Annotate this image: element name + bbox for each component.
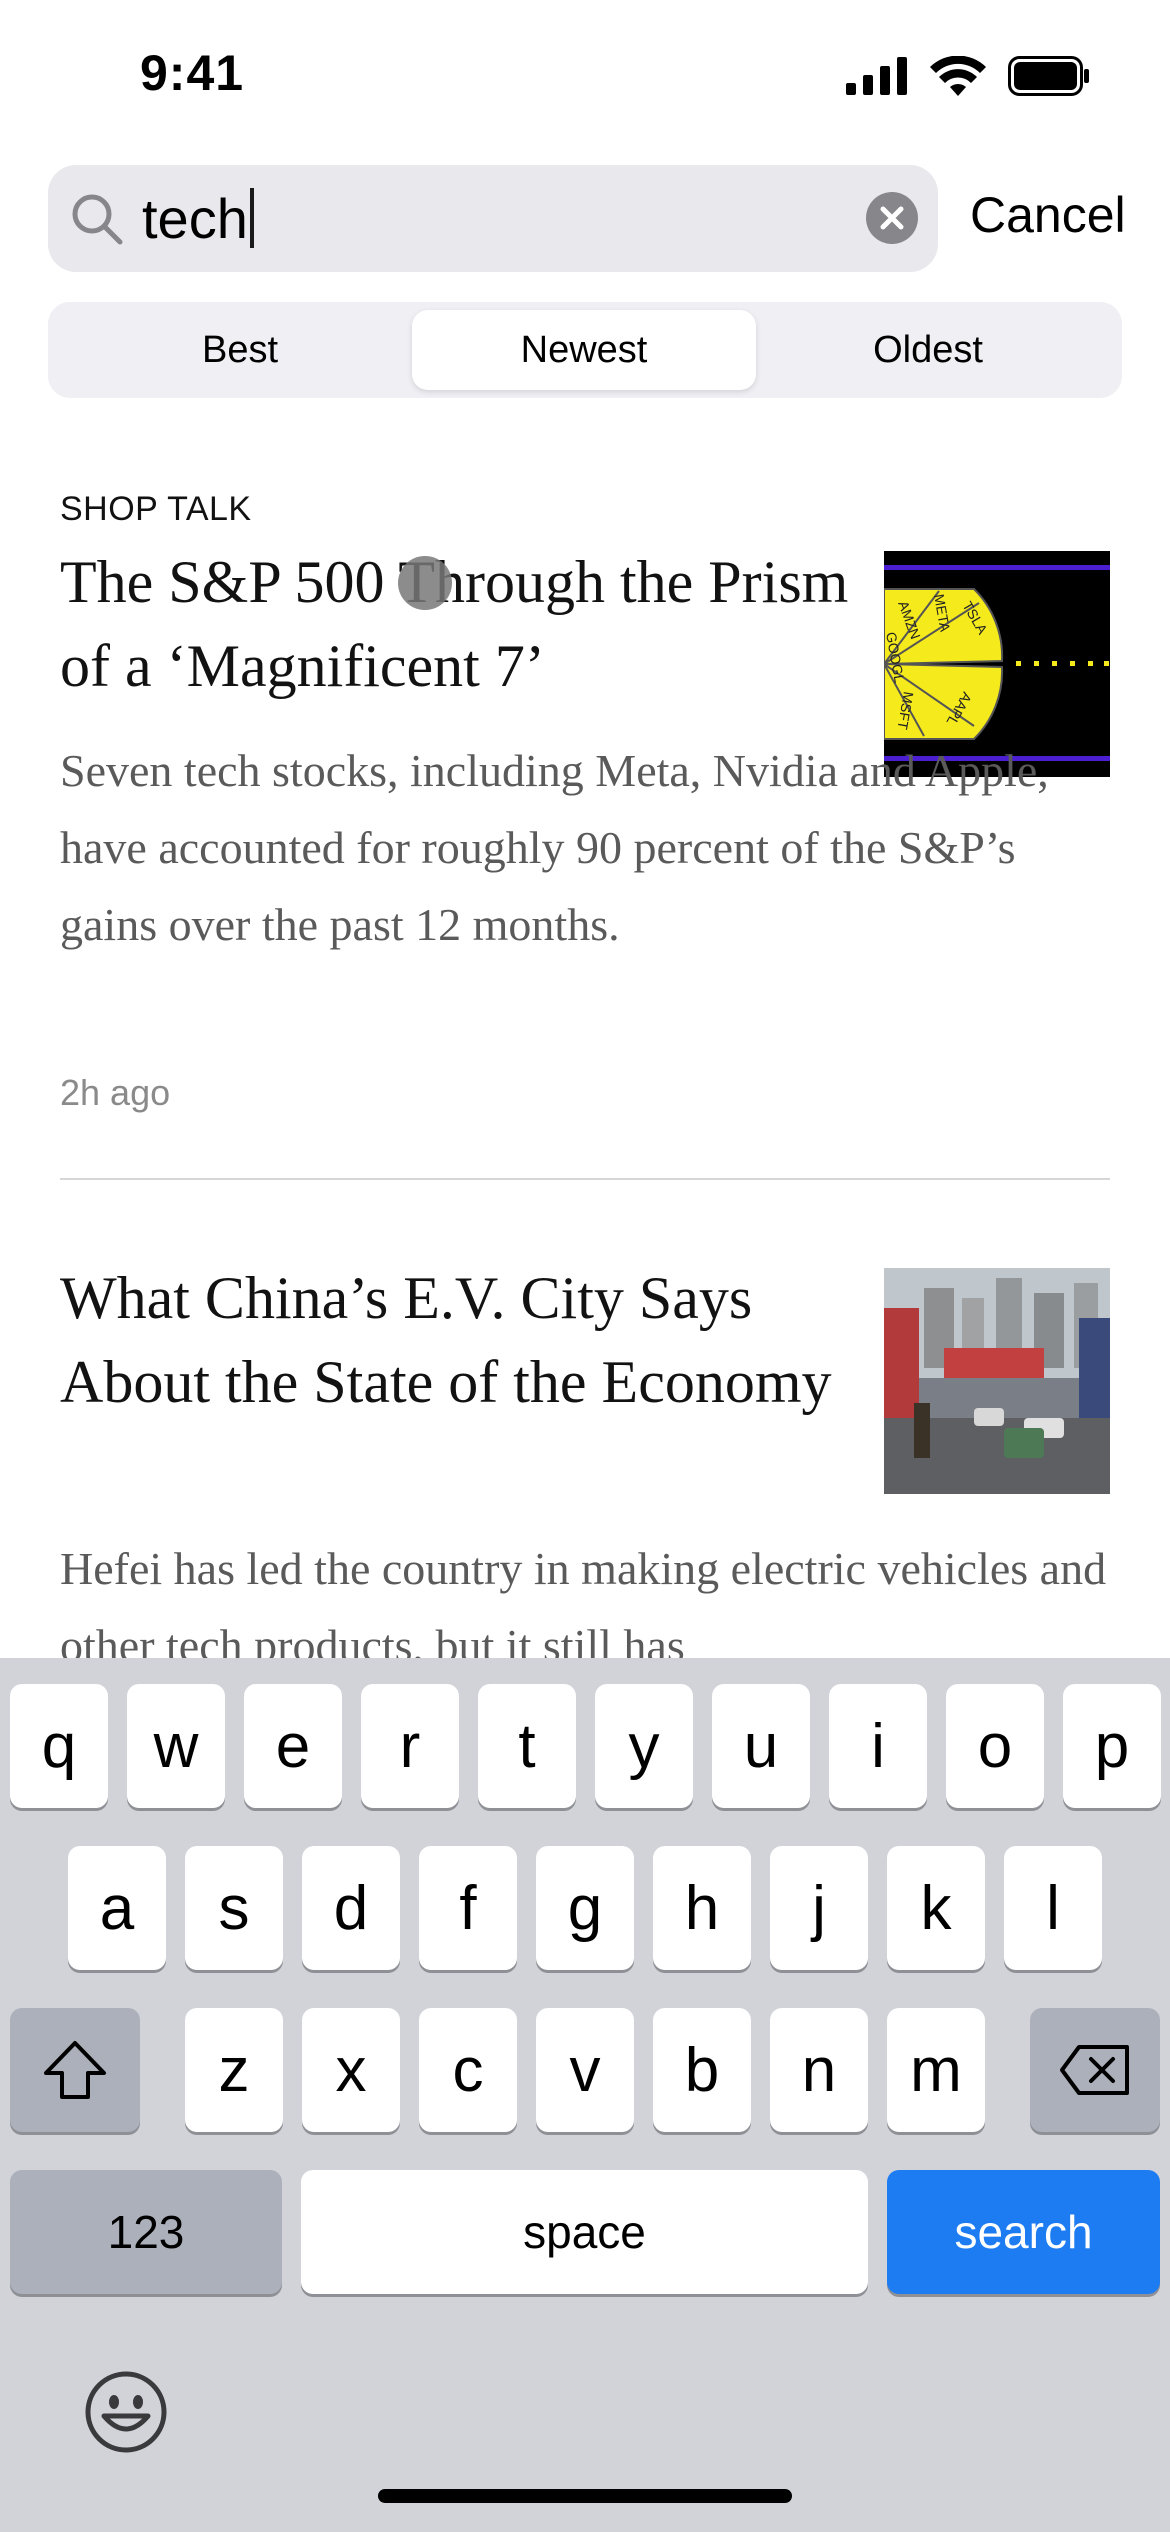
sort-option-oldest[interactable]: Oldest [756,310,1100,390]
numbers-key[interactable]: 123 [10,2170,282,2294]
cellular-signal-icon [846,57,907,95]
space-key[interactable]: space [301,2170,868,2294]
key-q[interactable]: q [10,1684,108,1808]
shift-key[interactable] [10,2008,140,2132]
search-input[interactable]: tech [142,187,254,251]
backspace-key[interactable] [1030,2008,1160,2132]
key-o[interactable]: o [946,1684,1044,1808]
status-icons [846,56,1090,96]
battery-icon [1008,56,1089,96]
clear-icon [880,206,904,230]
sort-option-newest[interactable]: Newest [412,310,756,390]
emoji-icon [85,2371,167,2453]
key-w[interactable]: w [127,1684,225,1808]
article-kicker: SHOP TALK [60,490,252,528]
wifi-icon [930,56,986,96]
touch-indicator [398,556,452,610]
key-v[interactable]: v [536,2008,634,2132]
city-street-photo [884,1268,1110,1494]
search-query: tech [142,187,248,250]
key-r[interactable]: r [361,1684,459,1808]
key-x[interactable]: x [302,2008,400,2132]
search-icon [72,194,123,245]
article-divider [60,1178,1110,1180]
status-time: 9:41 [140,45,245,101]
key-b[interactable]: b [653,2008,751,2132]
key-s[interactable]: s [185,1846,283,1970]
key-m[interactable]: m [887,2008,985,2132]
cancel-button[interactable]: Cancel [970,185,1126,245]
shift-icon [44,2041,106,2099]
status-bar: 9:41 [0,0,1170,150]
key-k[interactable]: k [887,1846,985,1970]
delete-icon [1060,2045,1129,2095]
key-l[interactable]: l [1004,1846,1102,1970]
sort-option-best[interactable]: Best [68,310,412,390]
key-f[interactable]: f [419,1846,517,1970]
key-n[interactable]: n [770,2008,868,2132]
sort-segmented-control: Best Newest Oldest [48,302,1122,398]
key-e[interactable]: e [244,1684,342,1808]
article-thumbnail[interactable] [884,1268,1110,1494]
key-z[interactable]: z [185,2008,283,2132]
key-c[interactable]: c [419,2008,517,2132]
text-caret [249,188,254,248]
emoji-button[interactable] [84,2370,168,2454]
article-summary: Seven tech stocks, including Meta, Nvidi… [60,745,1049,950]
article-timestamp: 2h ago [60,1072,171,1113]
key-a[interactable]: a [68,1846,166,1970]
key-d[interactable]: d [302,1846,400,1970]
article-headline[interactable]: What China’s E.V. City Says About the St… [60,1256,880,1424]
search-field[interactable]: tech [48,165,938,272]
keyboard: q w e r t y u i o p a s d f g h j k l z … [0,1658,1170,2532]
article-headline[interactable]: The S&P 500 Through the Prism of a ‘Magn… [60,540,860,708]
search-key[interactable]: search [887,2170,1160,2294]
key-t[interactable]: t [478,1684,576,1808]
key-i[interactable]: i [829,1684,927,1808]
key-u[interactable]: u [712,1684,810,1808]
key-j[interactable]: j [770,1846,868,1970]
home-indicator[interactable] [378,2489,792,2503]
key-h[interactable]: h [653,1846,751,1970]
key-p[interactable]: p [1063,1684,1161,1808]
key-y[interactable]: y [595,1684,693,1808]
clear-search-button[interactable] [866,192,918,244]
key-g[interactable]: g [536,1846,634,1970]
